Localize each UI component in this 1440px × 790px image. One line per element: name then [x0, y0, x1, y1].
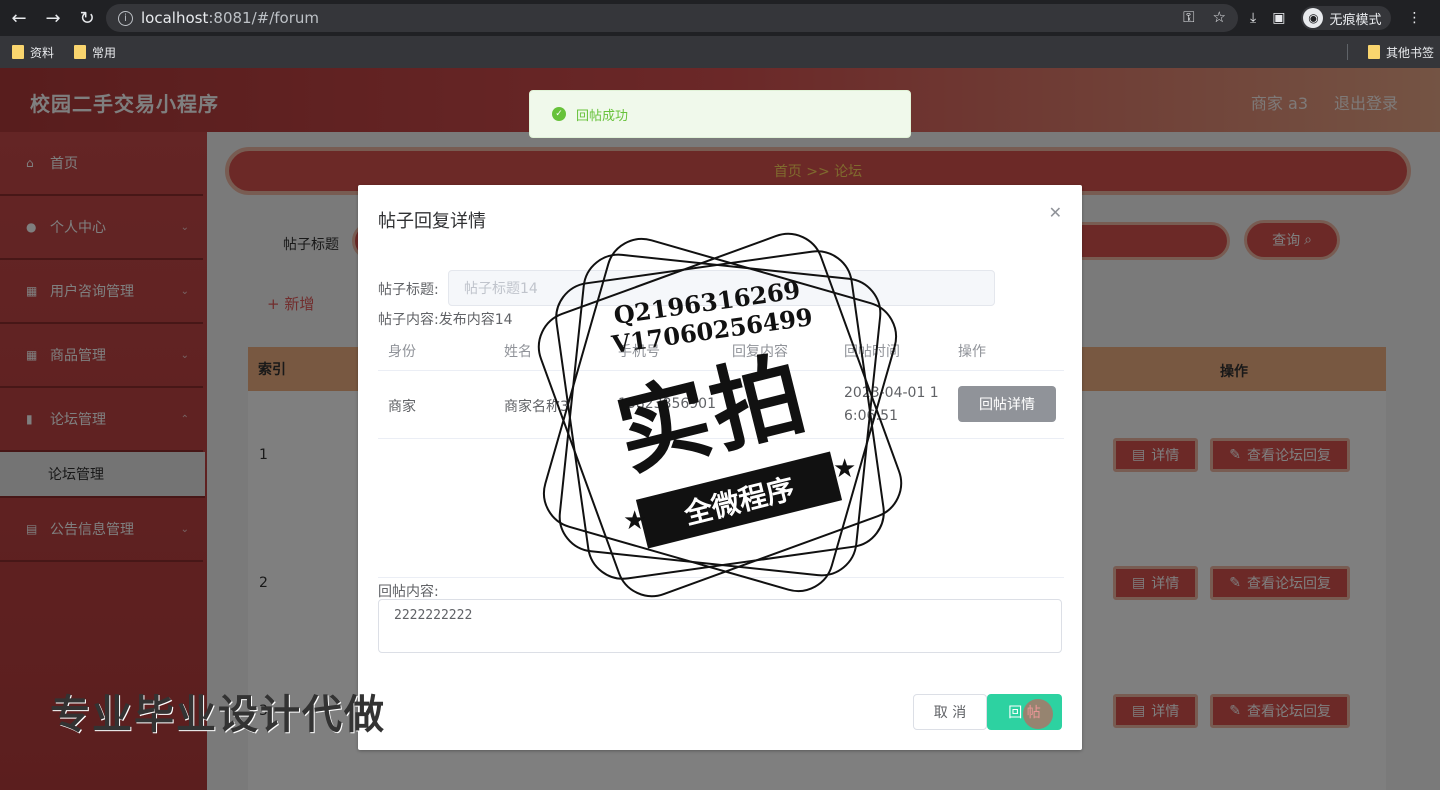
reply-phone: 13823856901: [618, 396, 716, 412]
url-host: localhost: [141, 9, 209, 27]
address-bar[interactable]: i localhost :8081/#/forum ⚿ ☆: [106, 4, 1238, 32]
incognito-icon: ◉: [1303, 8, 1324, 28]
cursor-icon: [1023, 699, 1053, 729]
incognito-badge[interactable]: ◉ 无痕模式: [1301, 6, 1392, 30]
header-ops: 操作: [958, 343, 986, 360]
reply-time-line1: 2023-04-01 1: [844, 385, 939, 401]
reply-table: 身份 姓名 手机号 回复内容 回帖时间 操作 商家 商家名称3 13823856…: [378, 331, 1064, 439]
dialog-title: 帖子回复详情: [378, 211, 486, 232]
reply-detail-button[interactable]: 回帖详情: [958, 386, 1056, 422]
cancel-button[interactable]: 取 消: [913, 694, 987, 730]
check-circle-icon: ✓: [552, 107, 566, 121]
post-content-label: 帖子内容:: [378, 312, 439, 328]
reply-row: 商家 商家名称3 13823856901 2023-04-01 1 6:06:5…: [378, 371, 1064, 439]
reply-time-line2: 6:06:51: [844, 408, 898, 424]
bookmarks-bar: 资料 常用 其他书签: [0, 36, 1440, 68]
info-icon[interactable]: i: [118, 10, 133, 26]
reply-content-textarea[interactable]: 2222222222: [378, 599, 1062, 653]
toast-message: 回帖成功: [576, 108, 629, 124]
post-title-value: 帖子标题14: [464, 281, 538, 297]
folder-icon: [1367, 45, 1380, 59]
forward-icon[interactable]: →: [38, 3, 68, 33]
post-content-value: 发布内容14: [438, 312, 513, 328]
bookmark-folder[interactable]: 资料: [12, 44, 54, 61]
post-title-field[interactable]: 帖子标题14: [448, 270, 995, 306]
url-path: :8081/#/forum: [208, 9, 319, 27]
reply-identity: 商家: [388, 399, 416, 415]
reply-name: 商家名称3: [504, 399, 569, 415]
star-icon[interactable]: ☆: [1213, 8, 1226, 26]
header-reply-time: 回帖时间: [844, 343, 900, 360]
close-icon[interactable]: ✕: [1049, 203, 1062, 222]
bookmark-folder[interactable]: 常用: [74, 44, 116, 61]
post-title-label: 帖子标题:: [378, 282, 439, 298]
back-icon[interactable]: ←: [4, 3, 34, 33]
sidepanel-icon[interactable]: ▣: [1272, 10, 1285, 26]
header-reply-content: 回复内容: [732, 343, 788, 360]
incognito-label: 无痕模式: [1329, 12, 1382, 28]
other-bookmarks[interactable]: 其他书签: [1367, 44, 1434, 61]
bottom-watermark: 专业毕业设计代做: [50, 692, 386, 738]
folder-icon: [74, 45, 87, 59]
other-bookmarks-label: 其他书签: [1385, 45, 1434, 60]
header-phone: 手机号: [618, 343, 660, 360]
header-identity: 身份: [388, 343, 416, 360]
bookmark-label: 资料: [30, 45, 55, 60]
bookmark-separator: [1347, 44, 1348, 60]
reply-table-header: 身份 姓名 手机号 回复内容 回帖时间 操作: [378, 331, 1064, 371]
download-icon[interactable]: ⤓: [1250, 10, 1256, 26]
reload-icon[interactable]: ↻: [72, 3, 102, 33]
header-name: 姓名: [504, 343, 532, 360]
post-content: 帖子内容:发布内容14: [378, 309, 513, 329]
key-icon[interactable]: ⚿: [1183, 8, 1194, 26]
reply-content-label: 回帖内容:: [378, 584, 439, 600]
success-toast: ✓ 回帖成功: [529, 90, 911, 138]
folder-icon: [12, 45, 24, 59]
menu-icon[interactable]: ⋮: [1407, 10, 1421, 26]
browser-toolbar: ← → ↻ i localhost :8081/#/forum ⚿ ☆ ⤓ ▣ …: [0, 0, 1440, 36]
bookmark-label: 常用: [92, 45, 117, 60]
reply-detail-dialog: 帖子回复详情 ✕ 帖子标题: 帖子标题14 帖子内容:发布内容14 身份 姓名 …: [358, 185, 1082, 750]
divider: [378, 577, 1064, 578]
